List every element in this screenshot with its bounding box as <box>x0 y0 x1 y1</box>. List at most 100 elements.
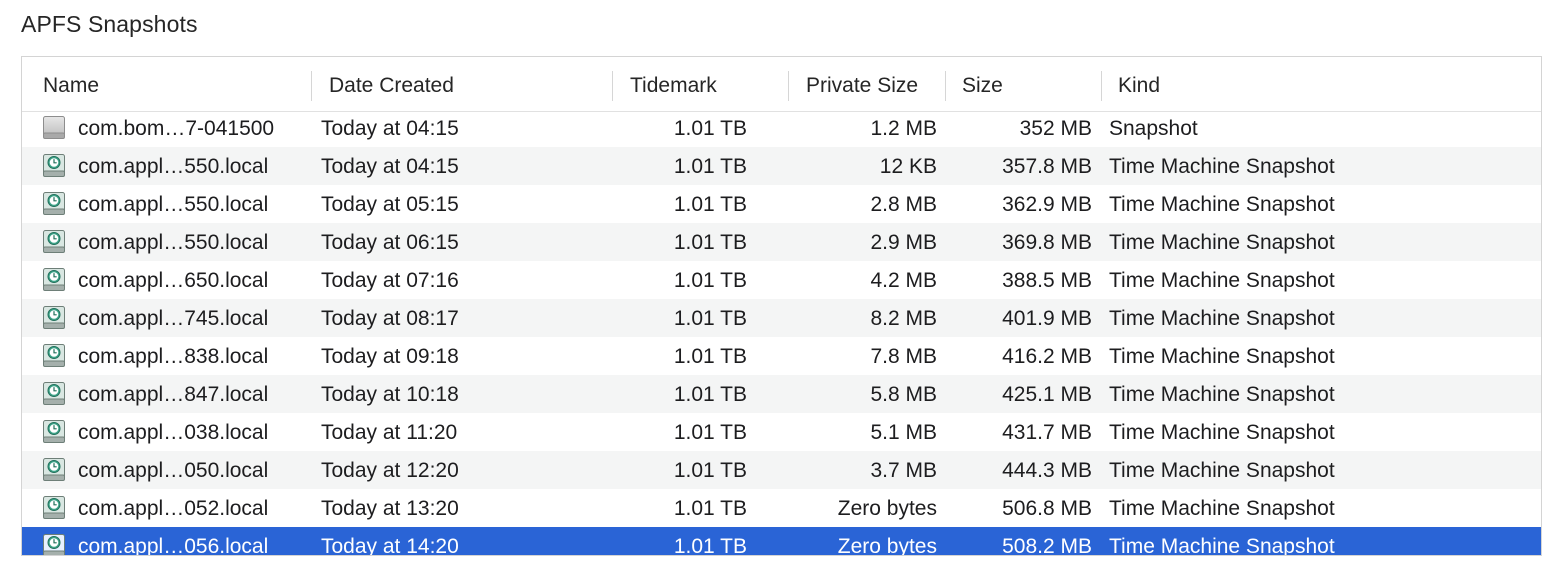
cell-date-created: Today at 04:15 <box>321 155 459 178</box>
cell-size: 352 MB <box>1019 117 1092 140</box>
cell-kind: Time Machine Snapshot <box>1109 231 1335 254</box>
cell-name: com.appl…650.local <box>78 269 269 292</box>
cell-private-size: Zero bytes <box>837 497 937 520</box>
cell-kind: Time Machine Snapshot <box>1109 497 1335 520</box>
cell-kind: Time Machine Snapshot <box>1109 193 1335 216</box>
cell-private-size: 5.1 MB <box>870 421 937 444</box>
cell-private-size: 1.2 MB <box>870 117 937 140</box>
column-header-name[interactable]: Name <box>43 57 313 111</box>
column-header-kind[interactable]: Kind <box>1118 57 1418 111</box>
table-row-selected[interactable]: com.appl…056.local Today at 14:20 1.01 TB Z… <box>22 527 1541 556</box>
cell-kind: Time Machine Snapshot <box>1109 383 1335 406</box>
table-row[interactable]: com.appl…847.local Today at 10:18 1.01 TB 5… <box>22 375 1541 413</box>
time-machine-icon <box>42 229 66 254</box>
cell-tidemark: 1.01 TB <box>673 345 747 368</box>
cell-date-created: Today at 11:20 <box>321 421 458 444</box>
cell-private-size: 4.2 MB <box>870 269 937 292</box>
cell-date-created: Today at 04:15 <box>321 117 459 140</box>
cell-size: 416.2 MB <box>1002 345 1092 368</box>
cell-name: com.appl…847.local <box>78 383 269 406</box>
table-row[interactable]: com.appl…550.local Today at 05:15 1.01 TB 2… <box>22 185 1541 223</box>
cell-private-size: 12 KB <box>879 155 937 178</box>
cell-private-size: 3.7 MB <box>870 459 937 482</box>
cell-tidemark: 1.01 TB <box>673 497 747 520</box>
table-row[interactable]: com.bom…7-041500 Today at 04:15 1.01 TB 1.2… <box>22 109 1541 147</box>
cell-private-size: 2.9 MB <box>870 231 937 254</box>
table-row[interactable]: com.appl…745.local Today at 08:17 1.01 TB 8… <box>22 299 1541 337</box>
cell-date-created: Today at 10:18 <box>321 383 459 406</box>
column-divider[interactable] <box>1101 71 1102 101</box>
cell-tidemark: 1.01 TB <box>673 269 747 292</box>
cell-size: 508.2 MB <box>1002 535 1092 556</box>
table-row[interactable]: com.appl…052.local Today at 13:20 1.01 TB Z… <box>22 489 1541 527</box>
cell-date-created: Today at 12:20 <box>321 459 459 482</box>
column-divider[interactable] <box>788 71 789 101</box>
column-header-size[interactable]: Size <box>962 57 1092 111</box>
column-divider[interactable] <box>311 71 312 101</box>
cell-kind: Time Machine Snapshot <box>1109 307 1335 330</box>
table-row[interactable]: com.appl…550.local Today at 04:15 1.01 TB 1… <box>22 147 1541 185</box>
cell-kind: Time Machine Snapshot <box>1109 421 1335 444</box>
column-divider[interactable] <box>612 71 613 101</box>
cell-tidemark: 1.01 TB <box>673 535 747 556</box>
cell-tidemark: 1.01 TB <box>673 155 747 178</box>
cell-kind: Time Machine Snapshot <box>1109 535 1335 556</box>
time-machine-icon <box>42 419 66 444</box>
table-row[interactable]: com.appl…038.local Today at 11:20 1.01 TB 5… <box>22 413 1541 451</box>
cell-tidemark: 1.01 TB <box>673 307 747 330</box>
time-machine-icon <box>42 495 66 520</box>
column-header-date-created[interactable]: Date Created <box>329 57 609 111</box>
column-header-tidemark[interactable]: Tidemark <box>630 57 790 111</box>
table-row[interactable]: com.appl…050.local Today at 12:20 1.01 TB 3… <box>22 451 1541 489</box>
cell-name: com.appl…050.local <box>78 459 269 482</box>
time-machine-icon <box>42 305 66 330</box>
section-title: APFS Snapshots <box>21 11 198 37</box>
cell-private-size: 5.8 MB <box>870 383 937 406</box>
table-row[interactable]: com.appl…650.local Today at 07:16 1.01 TB 4… <box>22 261 1541 299</box>
cell-date-created: Today at 07:16 <box>321 269 459 292</box>
table-row[interactable]: com.appl…550.local Today at 06:15 1.01 TB 2… <box>22 223 1541 261</box>
cell-name: com.appl…052.local <box>78 497 269 520</box>
cell-size: 431.7 MB <box>1002 421 1092 444</box>
cell-tidemark: 1.01 TB <box>673 383 747 406</box>
cell-name: com.appl…550.local <box>78 231 269 254</box>
cell-size: 388.5 MB <box>1002 269 1092 292</box>
time-machine-icon <box>42 381 66 406</box>
cell-size: 357.8 MB <box>1002 155 1092 178</box>
cell-date-created: Today at 09:18 <box>321 345 459 368</box>
snapshot-drive-icon <box>42 115 66 140</box>
cell-tidemark: 1.01 TB <box>673 231 747 254</box>
time-machine-icon <box>42 153 66 178</box>
time-machine-icon <box>42 191 66 216</box>
time-machine-icon <box>42 267 66 292</box>
cell-name: com.appl…056.local <box>78 535 269 556</box>
cell-size: 425.1 MB <box>1002 383 1092 406</box>
table-header: Name Date Created Tidemark Private Size … <box>22 57 1541 112</box>
cell-kind: Time Machine Snapshot <box>1109 459 1335 482</box>
cell-date-created: Today at 14:20 <box>321 535 459 556</box>
snapshots-table[interactable]: Name Date Created Tidemark Private Size … <box>21 56 1542 556</box>
cell-date-created: Today at 08:17 <box>321 307 459 330</box>
cell-size: 444.3 MB <box>1002 459 1092 482</box>
cell-private-size: 7.8 MB <box>870 345 937 368</box>
cell-date-created: Today at 05:15 <box>321 193 459 216</box>
cell-tidemark: 1.01 TB <box>673 459 747 482</box>
time-machine-icon <box>42 533 66 555</box>
table-row[interactable]: com.appl…838.local Today at 09:18 1.01 TB 7… <box>22 337 1541 375</box>
column-header-private-size[interactable]: Private Size <box>806 57 946 111</box>
time-machine-icon <box>42 457 66 482</box>
cell-tidemark: 1.01 TB <box>673 117 747 140</box>
cell-name: com.appl…838.local <box>78 345 269 368</box>
cell-kind: Time Machine Snapshot <box>1109 345 1335 368</box>
cell-private-size: Zero bytes <box>837 535 937 556</box>
cell-name: com.bom…7-041500 <box>78 117 275 140</box>
cell-name: com.appl…745.local <box>78 307 269 330</box>
cell-kind: Snapshot <box>1109 117 1198 140</box>
cell-private-size: 8.2 MB <box>870 307 937 330</box>
cell-tidemark: 1.01 TB <box>673 421 747 444</box>
cell-name: com.appl…550.local <box>78 193 269 216</box>
time-machine-icon <box>42 343 66 368</box>
cell-kind: Time Machine Snapshot <box>1109 155 1335 178</box>
cell-size: 369.8 MB <box>1002 231 1092 254</box>
column-divider[interactable] <box>945 71 946 101</box>
